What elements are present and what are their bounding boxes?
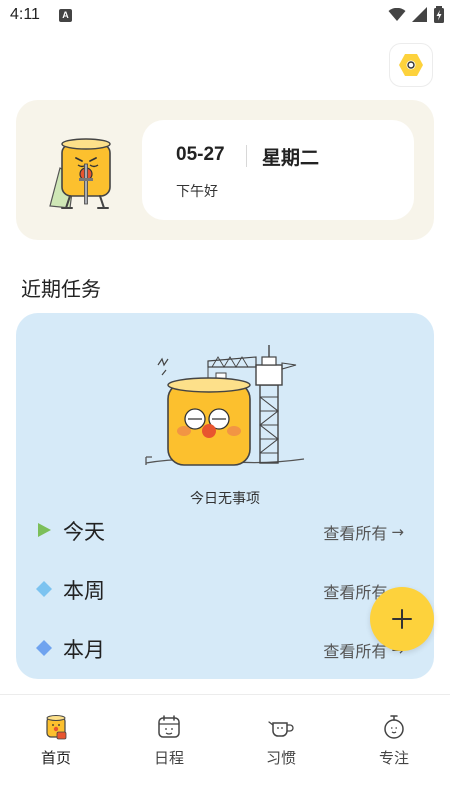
greeting-text: 下午好 <box>176 184 218 200</box>
nav-label: 专注 <box>378 749 409 767</box>
greeting-card: 05-27 星期二 下午好 <box>16 100 434 240</box>
keyboard-indicator-icon: A <box>59 9 72 22</box>
weekday-text: 星期二 <box>262 147 320 169</box>
arrow-right-icon: → <box>391 523 404 541</box>
task-row-label: 本周 <box>63 579 105 603</box>
date-divider <box>246 145 247 167</box>
nav-item-habits[interactable]: 习惯 <box>241 713 321 773</box>
wifi-icon <box>388 7 406 21</box>
empty-state-text: 今日无事项 <box>190 491 260 507</box>
task-row-month[interactable]: 本月 查看所有 → <box>16 628 434 668</box>
home-mascot-icon <box>46 715 67 740</box>
diamond-marker-icon <box>36 640 52 656</box>
task-row-week[interactable]: 本周 查看所有 → <box>16 569 434 609</box>
nav-item-home[interactable]: 首页 <box>16 713 96 773</box>
hexagon-nut-icon <box>399 54 423 76</box>
nav-label: 日程 <box>153 749 184 767</box>
task-row-label: 今天 <box>63 520 105 544</box>
mascot-knight-icon <box>49 138 111 209</box>
nav-label: 首页 <box>40 749 71 767</box>
view-all-label: 查看所有 <box>323 524 388 543</box>
battery-icon <box>434 6 444 23</box>
date-panel: 05-27 星期二 下午好 <box>142 120 414 220</box>
status-icons <box>388 6 444 23</box>
recent-tasks-title: 近期任务 <box>21 277 101 301</box>
signal-icon <box>412 7 427 22</box>
status-time: 4:11 <box>10 6 40 23</box>
calendar-icon <box>158 715 180 738</box>
empty-construction-illustration <box>145 345 305 466</box>
habit-teapot-icon <box>268 721 294 737</box>
task-row-today[interactable]: 今天 查看所有 → <box>16 510 434 550</box>
plus-icon <box>392 609 412 629</box>
settings-button[interactable] <box>389 43 433 87</box>
task-row-label: 本月 <box>63 638 105 662</box>
triangle-marker-icon <box>38 523 51 537</box>
view-all-label: 查看所有 <box>323 642 388 661</box>
view-all-link[interactable]: 查看所有 → <box>323 520 404 544</box>
status-bar: 4:11 A <box>0 0 450 32</box>
date-text: 05-27 <box>176 144 225 165</box>
nav-item-schedule[interactable]: 日程 <box>129 713 209 773</box>
nav-label: 习惯 <box>265 749 296 767</box>
stopwatch-icon <box>384 715 404 739</box>
bottom-nav: 首页 日程 习惯 专注 <box>0 694 450 800</box>
diamond-marker-icon <box>36 581 52 597</box>
nav-item-focus[interactable]: 专注 <box>354 713 434 773</box>
add-task-button[interactable] <box>370 587 434 651</box>
